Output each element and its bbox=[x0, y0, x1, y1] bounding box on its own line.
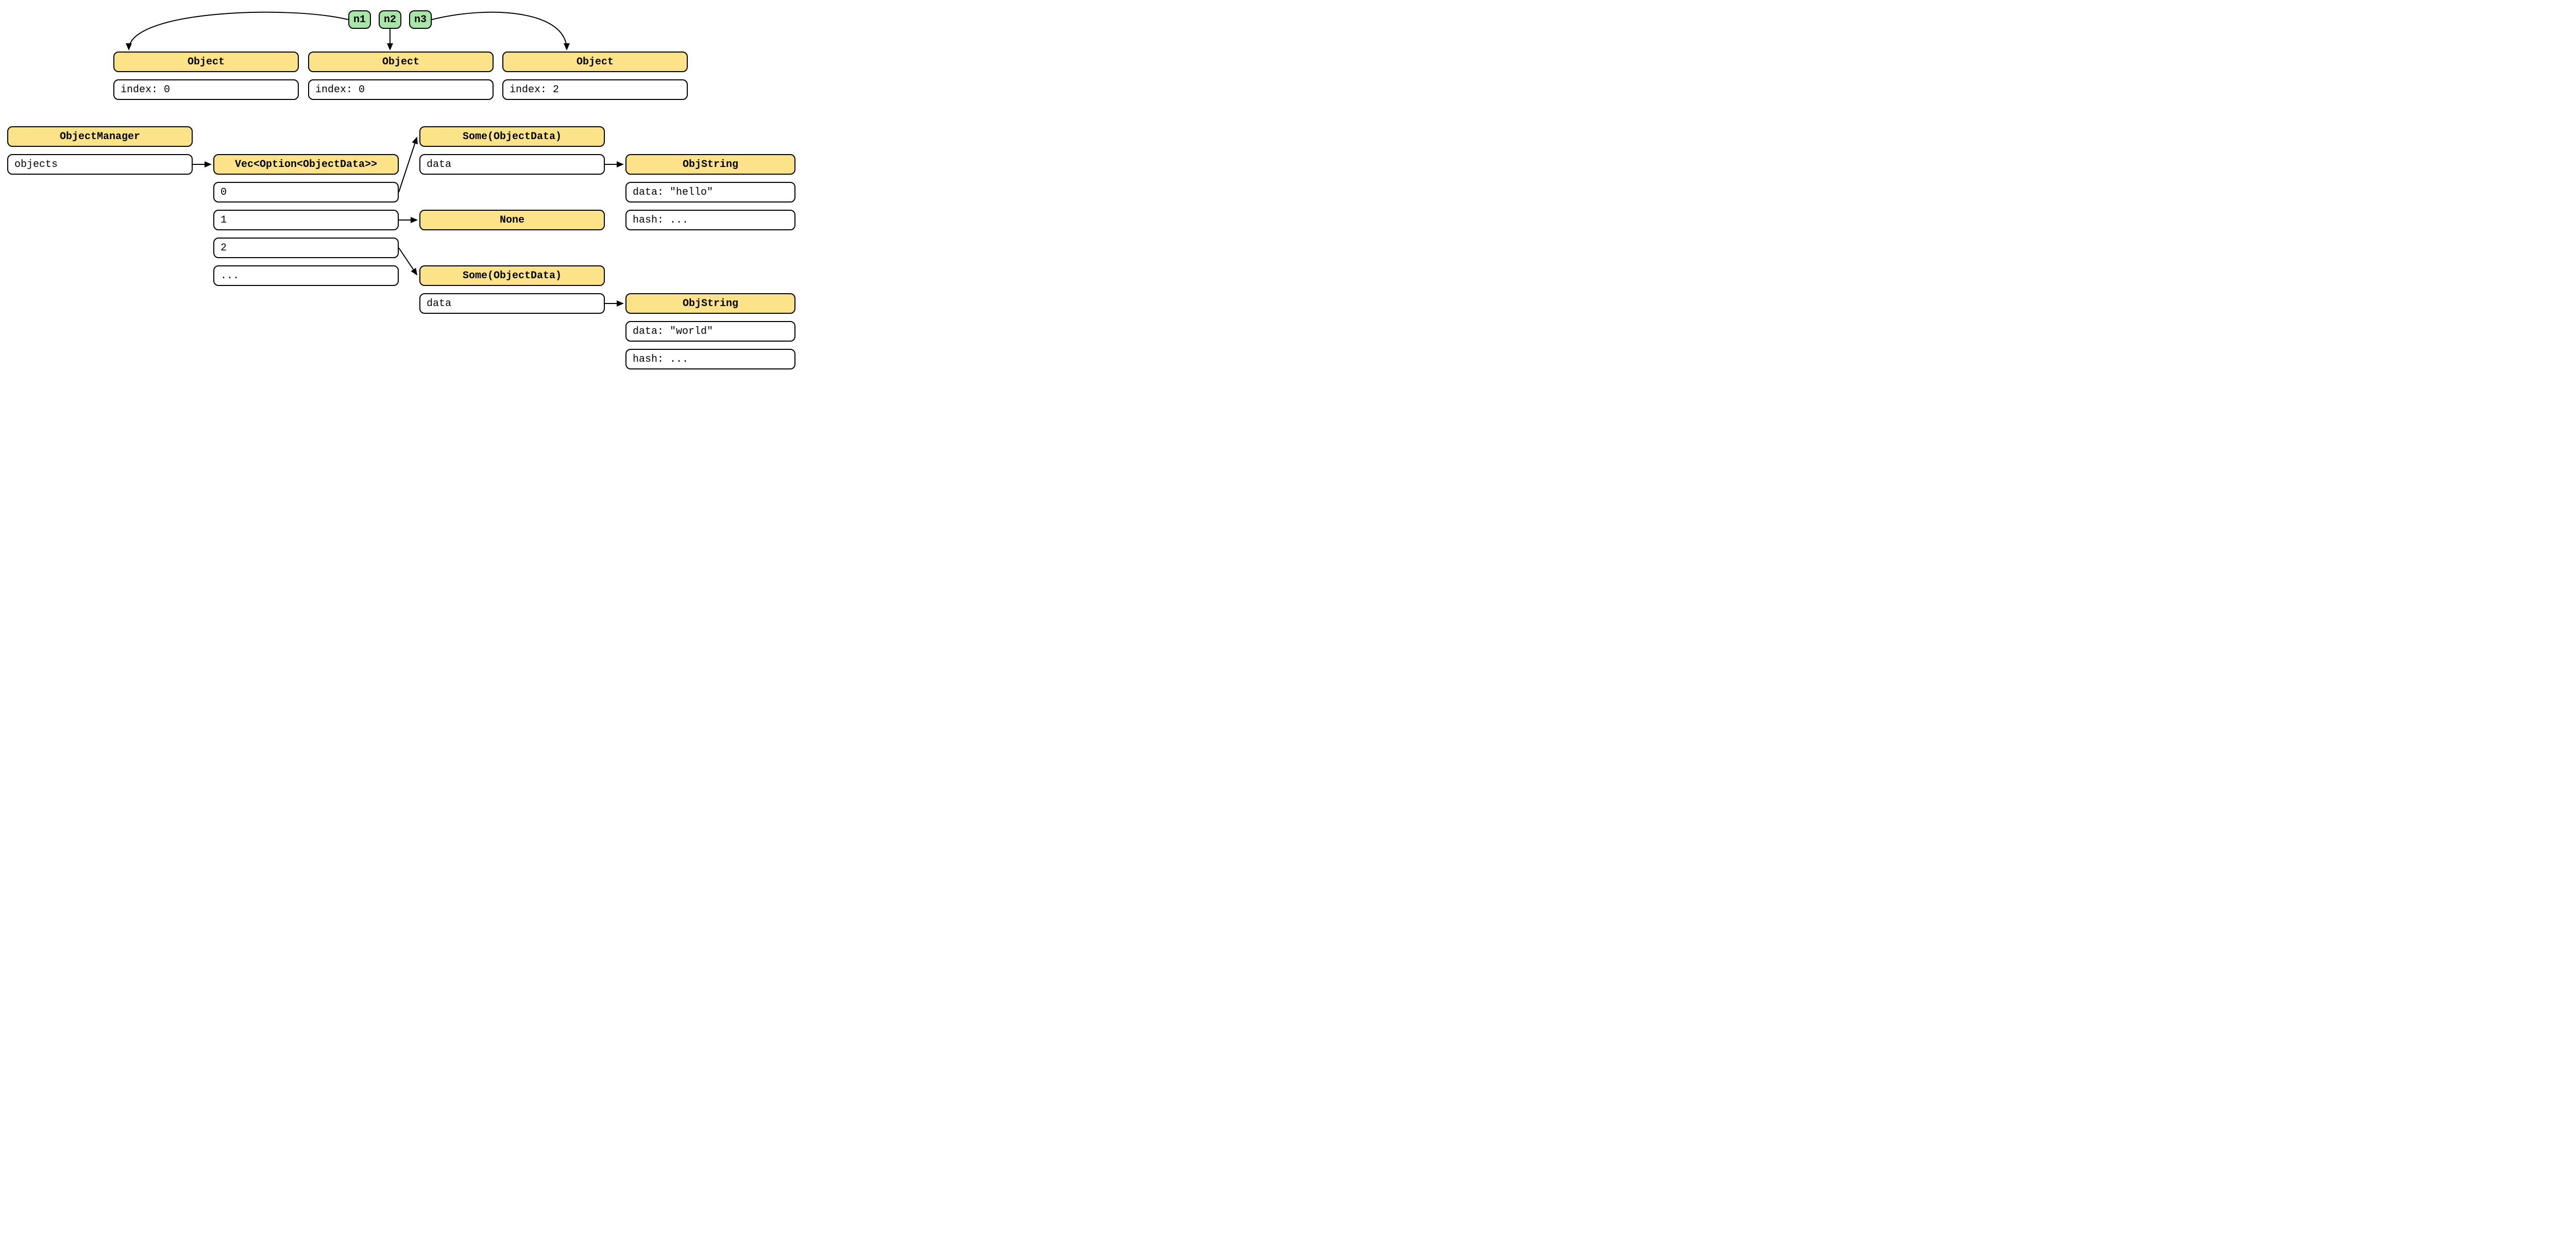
pointer-label: n1 bbox=[353, 14, 366, 26]
objstring-2-data: data: "world" bbox=[625, 321, 795, 342]
objstring-2-title: ObjString bbox=[625, 293, 795, 314]
vec-index-1: 1 bbox=[213, 210, 399, 230]
pointer-n3: n3 bbox=[409, 10, 432, 29]
vec-title-label: Vec<Option<ObjectData>> bbox=[235, 159, 377, 171]
option-0-field: data bbox=[419, 154, 605, 175]
option-2-field: data bbox=[419, 293, 605, 314]
option-field-label: data bbox=[427, 159, 451, 171]
object-2-title: Object bbox=[308, 52, 494, 72]
pointer-n1: n1 bbox=[348, 10, 371, 29]
object-2-field: index: 0 bbox=[308, 79, 494, 100]
objstring-2-hash: hash: ... bbox=[625, 349, 795, 369]
vec-index-label: ... bbox=[221, 270, 239, 282]
vec-title: Vec<Option<ObjectData>> bbox=[213, 154, 399, 175]
vec-index-0: 0 bbox=[213, 182, 399, 202]
object-field-label: index: 0 bbox=[315, 84, 365, 96]
object-1-field: index: 0 bbox=[113, 79, 299, 100]
object-title-label: Object bbox=[382, 56, 419, 68]
vec-index-2: 2 bbox=[213, 238, 399, 258]
manager-field-label: objects bbox=[14, 159, 58, 171]
option-title-label: Some(ObjectData) bbox=[463, 131, 562, 143]
pointer-n2: n2 bbox=[379, 10, 401, 29]
object-title-label: Object bbox=[577, 56, 614, 68]
option-0-title: Some(ObjectData) bbox=[419, 126, 605, 147]
option-title-label: Some(ObjectData) bbox=[463, 270, 562, 282]
vec-index-label: 0 bbox=[221, 187, 227, 198]
vec-index-label: 1 bbox=[221, 214, 227, 226]
object-manager-title: ObjectManager bbox=[7, 126, 193, 147]
diagram-canvas: n1 n2 n3 Object index: 0 Object index: 0… bbox=[0, 0, 804, 373]
option-field-label: data bbox=[427, 298, 451, 310]
pointer-label: n3 bbox=[414, 14, 427, 26]
objstring-data-label: data: "hello" bbox=[633, 187, 713, 198]
objstring-title-label: ObjString bbox=[683, 298, 738, 310]
object-title-label: Object bbox=[188, 56, 225, 68]
objstring-hash-label: hash: ... bbox=[633, 214, 688, 226]
object-field-label: index: 2 bbox=[510, 84, 559, 96]
object-field-label: index: 0 bbox=[121, 84, 170, 96]
objstring-0-title: ObjString bbox=[625, 154, 795, 175]
object-3-title: Object bbox=[502, 52, 688, 72]
object-1-title: Object bbox=[113, 52, 299, 72]
option-title-label: None bbox=[500, 214, 524, 226]
objstring-data-label: data: "world" bbox=[633, 326, 713, 337]
object-manager-field: objects bbox=[7, 154, 193, 175]
objstring-hash-label: hash: ... bbox=[633, 353, 688, 365]
option-1-title: None bbox=[419, 210, 605, 230]
object-3-field: index: 2 bbox=[502, 79, 688, 100]
vec-index-more: ... bbox=[213, 265, 399, 286]
option-2-title: Some(ObjectData) bbox=[419, 265, 605, 286]
objstring-0-data: data: "hello" bbox=[625, 182, 795, 202]
objstring-title-label: ObjString bbox=[683, 159, 738, 171]
objstring-0-hash: hash: ... bbox=[625, 210, 795, 230]
pointer-label: n2 bbox=[384, 14, 396, 26]
vec-index-label: 2 bbox=[221, 242, 227, 254]
manager-title-label: ObjectManager bbox=[60, 131, 140, 143]
